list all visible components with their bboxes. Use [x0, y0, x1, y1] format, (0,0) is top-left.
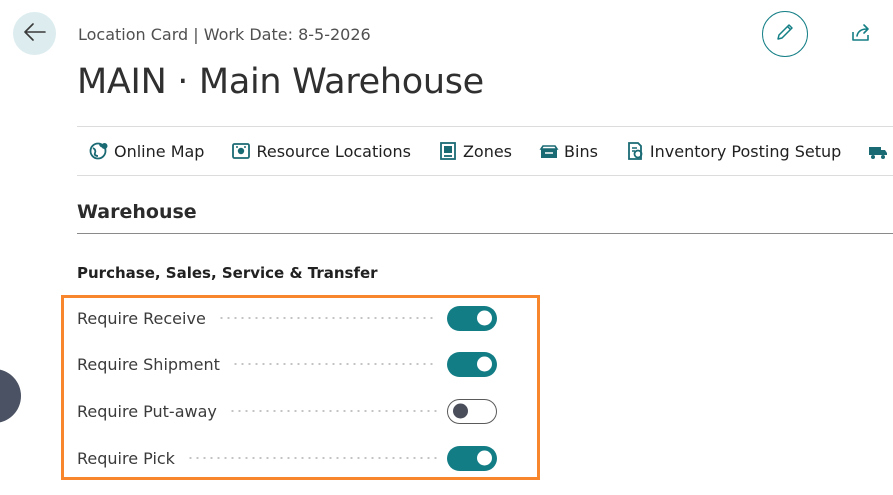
action-bins[interactable]: Bins [526, 127, 612, 175]
field-leader-dots [228, 410, 437, 412]
field-label: Require Shipment [77, 354, 220, 374]
require-put-away-toggle[interactable] [447, 398, 497, 424]
warehouse-truncated-icon [868, 141, 888, 161]
resource-locations-icon [231, 141, 251, 161]
share-button[interactable] [848, 22, 874, 48]
field-leader-dots [217, 317, 437, 319]
action-label: Resource Locations [256, 141, 411, 161]
zones-icon [438, 141, 458, 161]
field-require-shipment: Require Shipment [77, 349, 497, 379]
page-title: MAIN · Main Warehouse [77, 62, 484, 102]
globe-map-icon [89, 141, 109, 161]
section-title[interactable]: Warehouse [77, 201, 197, 223]
action-bar: Online Map Resource Locations Zones Bins… [77, 126, 893, 176]
field-leader-dots [186, 457, 437, 459]
back-button[interactable] [13, 12, 56, 55]
field-require-receive: Require Receive [77, 303, 497, 333]
action-resource-locations[interactable]: Resource Locations [218, 127, 424, 175]
field-leader-dots [231, 363, 437, 365]
action-label: Bins [564, 141, 598, 161]
bins-icon [539, 141, 559, 161]
toggle-knob [477, 356, 492, 372]
toggle-knob [477, 450, 492, 466]
toggle-knob [477, 310, 492, 326]
action-warehouse-truncated[interactable]: W [855, 127, 893, 175]
action-online-map[interactable]: Online Map [77, 127, 218, 175]
field-label: Require Receive [77, 308, 206, 328]
field-require-pick: Require Pick [77, 443, 497, 473]
require-receive-toggle[interactable] [447, 305, 497, 331]
share-icon [850, 23, 872, 47]
field-require-put-away: Require Put-away [77, 396, 497, 426]
field-label: Require Put-away [77, 401, 217, 421]
group-title: Purchase, Sales, Service & Transfer [77, 264, 378, 282]
pencil-icon [775, 22, 795, 46]
action-label: Online Map [114, 141, 205, 161]
arrow-left-icon [23, 22, 46, 45]
section-divider [77, 233, 893, 234]
action-label: Inventory Posting Setup [649, 141, 842, 161]
toggle-knob [453, 403, 468, 419]
action-label: Zones [462, 141, 513, 161]
side-panel-button[interactable] [0, 369, 21, 423]
require-pick-toggle[interactable] [447, 445, 497, 471]
breadcrumb: Location Card | Work Date: 8-5-2026 [78, 25, 371, 44]
action-zones[interactable]: Zones [425, 127, 526, 175]
field-label: Require Pick [77, 448, 175, 468]
action-inventory-posting-setup[interactable]: Inventory Posting Setup [612, 127, 855, 175]
inventory-posting-setup-icon [625, 141, 645, 161]
require-shipment-toggle[interactable] [447, 351, 497, 377]
edit-button[interactable] [762, 11, 808, 57]
